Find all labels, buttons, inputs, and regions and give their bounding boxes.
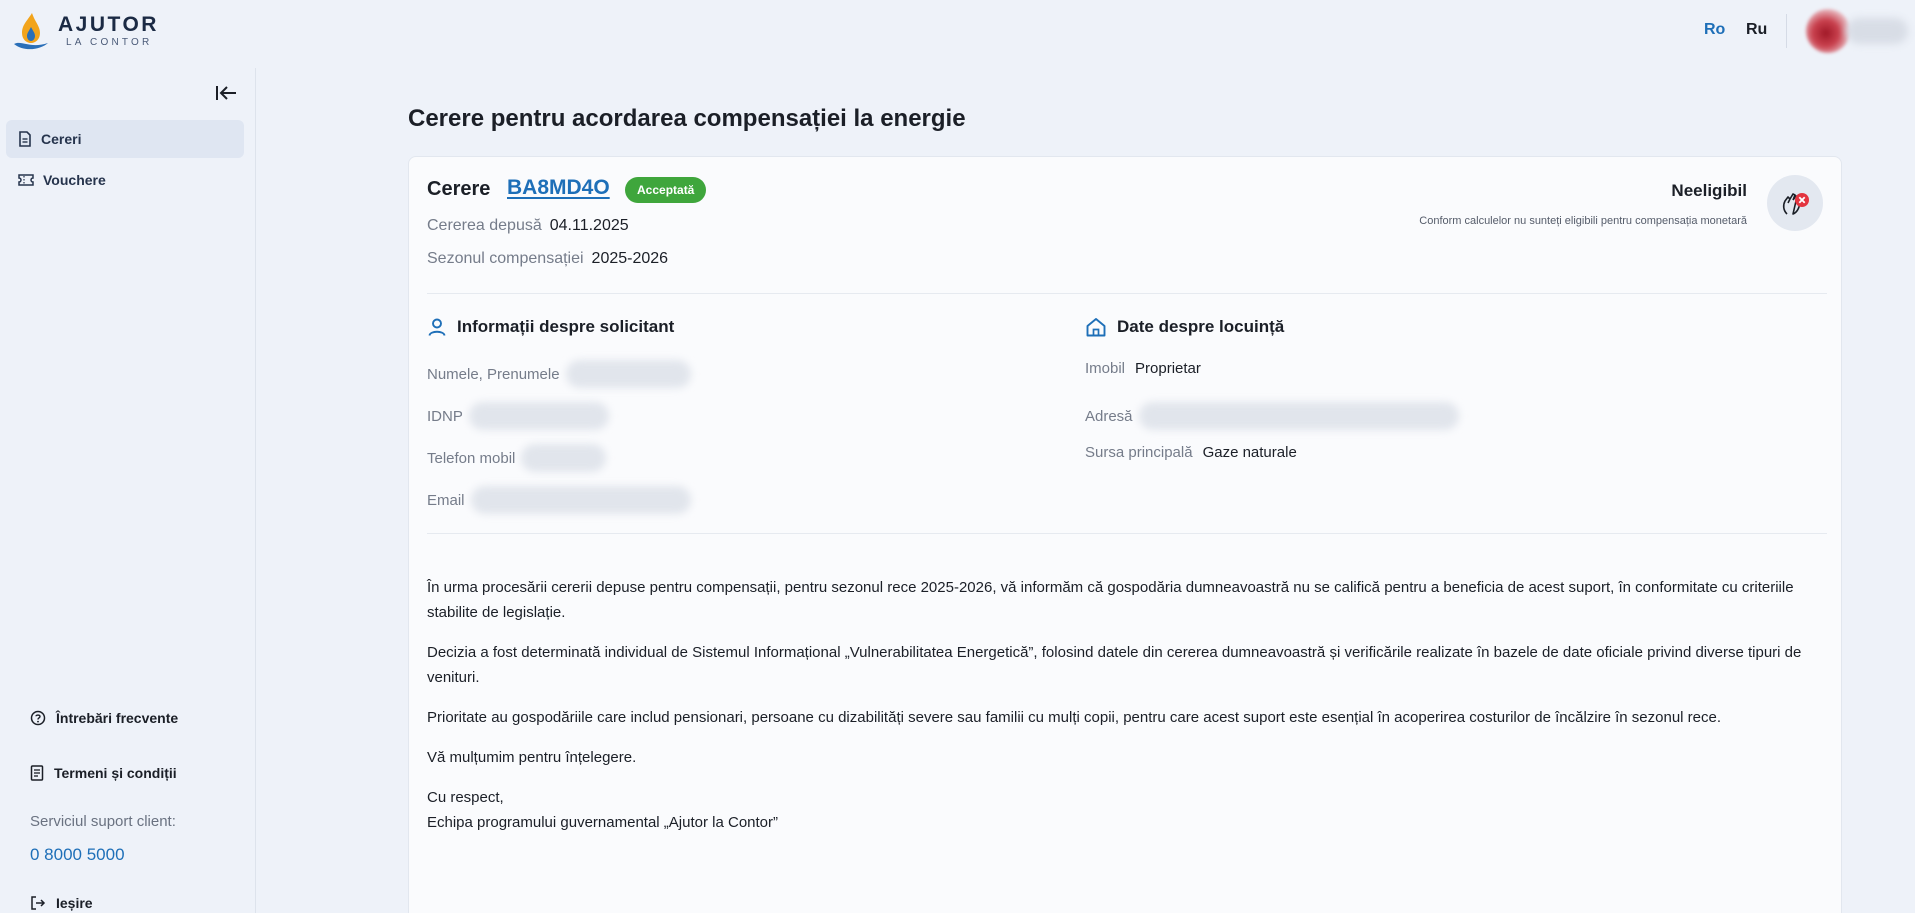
message-paragraph: În urma procesării cererii depuse pentru… xyxy=(427,579,1794,621)
message-paragraph: Prioritate au gospodăriile care includ p… xyxy=(427,709,1722,726)
submitted-value: 04.11.2025 xyxy=(549,217,629,234)
eligibility-title: Neeligibil xyxy=(1671,181,1747,200)
message-signature: Echipa programului guvernamental „Ajutor… xyxy=(427,814,779,831)
flame-drop-icon xyxy=(14,13,48,50)
applicant-heading: Informații despre solicitant xyxy=(457,317,675,336)
home-icon xyxy=(1086,318,1106,337)
status-badge: Acceptată xyxy=(625,177,707,203)
submitted-label: Cererea depusă xyxy=(427,217,542,234)
message-paragraph: Vă mulțumim pentru înțelegere. xyxy=(427,749,637,766)
phone-value-redacted xyxy=(521,444,607,472)
header-divider xyxy=(1786,14,1787,48)
idnp-field: IDNP xyxy=(427,402,609,430)
page-title: Cerere pentru acordarea compensației la … xyxy=(408,105,966,132)
user-name-redacted xyxy=(1846,18,1908,44)
name-field: Numele, Prenumele xyxy=(427,360,691,388)
housing-section-heading: Date despre locuință xyxy=(1085,317,1284,337)
idnp-value-redacted xyxy=(468,402,609,430)
ineligible-status-icon xyxy=(1767,175,1823,231)
eligibility-note: Conform calculelor nu sunteți eligibili … xyxy=(1419,215,1747,227)
phone-label: Telefon mobil xyxy=(427,449,516,467)
hand-cross-icon xyxy=(1782,193,1809,215)
request-title: Cerere xyxy=(427,178,491,200)
request-card: Cerere BA8MD4O Acceptată Cererea depusă 0… xyxy=(408,156,1842,913)
section-divider xyxy=(427,293,1827,294)
terms-link[interactable]: Termeni și condiții xyxy=(30,765,177,781)
document-icon xyxy=(19,131,31,147)
submitted-date-row: Cererea depusă 04.11.2025 xyxy=(427,217,629,235)
name-label: Numele, Prenumele xyxy=(427,365,560,383)
logo-subtitle: LA CONTOR xyxy=(66,37,153,48)
message-paragraph: Decizia a fost determinată individual de… xyxy=(427,644,1802,686)
logout-icon xyxy=(31,896,46,910)
language-ro-button[interactable]: Ro xyxy=(1704,21,1725,39)
housing-heading: Date despre locuință xyxy=(1117,317,1285,336)
season-row: Sezonul compensației 2025-2026 xyxy=(427,250,668,268)
top-bar: AJUTOR LA CONTOR Ro Ru xyxy=(0,0,1915,68)
section-divider xyxy=(427,533,1827,534)
property-value: Proprietar xyxy=(1135,360,1201,377)
collapse-sidebar-button[interactable] xyxy=(212,82,240,104)
source-field: Sursa principală Gaze naturale xyxy=(1085,444,1297,461)
message-closing: Cu respect, xyxy=(427,789,504,806)
terms-label: Termeni și condiții xyxy=(54,765,177,781)
email-value-redacted xyxy=(470,486,691,514)
sidebar-item-vouchere[interactable]: Vouchere xyxy=(6,161,244,199)
applicant-section-heading: Informații despre solicitant xyxy=(427,317,674,337)
season-label: Sezonul compensației xyxy=(427,250,584,267)
user-avatar[interactable] xyxy=(1806,9,1850,53)
source-value: Gaze naturale xyxy=(1202,444,1297,461)
terms-document-icon xyxy=(30,765,44,781)
property-label: Imobil xyxy=(1085,360,1126,377)
phone-field: Telefon mobil xyxy=(427,444,607,472)
address-value-redacted xyxy=(1138,402,1459,430)
faq-link[interactable]: Întrebări frecvente xyxy=(30,710,178,726)
sidebar: Cereri Vouchere Întrebări frecvente Term… xyxy=(0,68,256,913)
user-icon xyxy=(428,318,446,336)
address-field: Adresă xyxy=(1085,402,1459,430)
logout-label: Ieșire xyxy=(56,895,93,911)
idnp-label: IDNP xyxy=(427,407,463,425)
language-ru-button[interactable]: Ru xyxy=(1746,21,1767,39)
ticket-icon xyxy=(18,174,34,186)
name-value-redacted xyxy=(565,360,691,388)
app-logo[interactable]: AJUTOR LA CONTOR xyxy=(12,10,159,52)
season-value: 2025-2026 xyxy=(591,250,669,267)
support-label: Serviciul suport client: xyxy=(30,813,176,830)
decision-message: În urma procesării cererii depuse pentru… xyxy=(427,575,1827,835)
faq-label: Întrebări frecvente xyxy=(56,710,179,726)
sidebar-item-label: Cereri xyxy=(41,131,82,147)
sidebar-item-cereri[interactable]: Cereri xyxy=(6,120,244,158)
email-field: Email xyxy=(427,486,691,514)
email-label: Email xyxy=(427,491,465,509)
address-label: Adresă xyxy=(1085,407,1133,425)
collapse-left-icon xyxy=(216,86,236,100)
property-field: Imobil Proprietar xyxy=(1085,360,1201,377)
logo-title: AJUTOR xyxy=(58,13,159,36)
source-label: Sursa principală xyxy=(1085,444,1193,461)
help-circle-icon xyxy=(30,710,46,726)
request-code-link[interactable]: BA8MD4O xyxy=(507,176,610,200)
sidebar-item-label: Vouchere xyxy=(43,172,106,188)
logout-link[interactable]: Ieșire xyxy=(30,895,93,911)
support-phone-link[interactable]: 0 8000 5000 xyxy=(30,845,125,865)
